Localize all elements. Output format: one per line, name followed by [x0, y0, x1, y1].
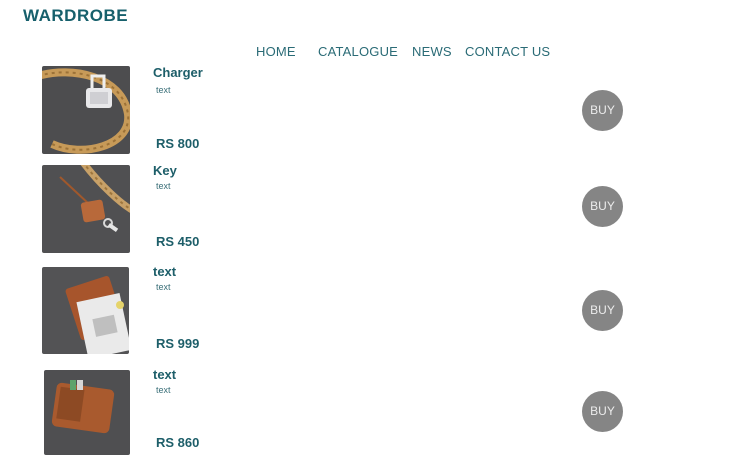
product-title[interactable]: text — [153, 367, 176, 382]
product-image-wallet[interactable] — [44, 370, 130, 455]
product-price: RS 450 — [156, 234, 200, 249]
buy-button[interactable]: BUY — [582, 391, 623, 432]
product-title[interactable]: Charger — [153, 65, 203, 80]
page: WARDROBE HOME CATALOGUE NEWS CONTACT US … — [0, 0, 750, 460]
nav-home[interactable]: HOME — [256, 44, 318, 59]
product-image-charger[interactable] — [42, 66, 130, 154]
product-image-key[interactable] — [42, 165, 130, 253]
product-price: RS 860 — [156, 435, 200, 450]
product-description: text — [156, 282, 171, 292]
product-item: text text RS 860 BUY — [0, 367, 750, 460]
product-image-notebook[interactable] — [42, 267, 129, 354]
product-description: text — [156, 181, 171, 191]
buy-button[interactable]: BUY — [582, 186, 623, 227]
nav-news[interactable]: NEWS — [412, 44, 465, 59]
product-price: RS 800 — [156, 136, 200, 151]
product-title[interactable]: text — [153, 264, 176, 279]
nav-catalogue[interactable]: CATALOGUE — [318, 44, 412, 59]
product-description: text — [156, 85, 171, 95]
product-item: Charger text RS 800 BUY — [0, 65, 750, 158]
product-item: Key text RS 450 BUY — [0, 163, 750, 257]
buy-button[interactable]: BUY — [582, 90, 623, 131]
product-description: text — [156, 385, 171, 395]
buy-button[interactable]: BUY — [582, 290, 623, 331]
product-item: text text RS 999 BUY — [0, 264, 750, 359]
product-price: RS 999 — [156, 336, 200, 351]
brand-logo[interactable]: WARDROBE — [23, 6, 128, 26]
nav-contact-us[interactable]: CONTACT US — [465, 44, 555, 59]
main-nav: HOME CATALOGUE NEWS CONTACT US — [256, 44, 555, 59]
product-title[interactable]: Key — [153, 163, 177, 178]
